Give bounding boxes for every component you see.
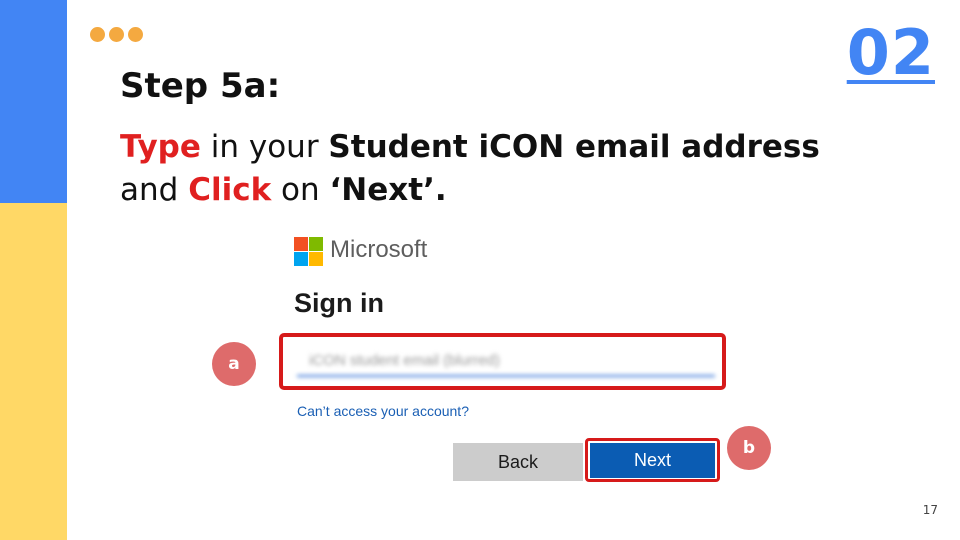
- page-number: 17: [922, 503, 938, 517]
- sign-in-title: Sign in: [294, 288, 384, 318]
- dot: [109, 27, 124, 42]
- dot: [128, 27, 143, 42]
- instruction-text-part: and: [120, 172, 189, 208]
- left-accent-yellow-bar: [0, 203, 67, 540]
- microsoft-logo-icon: [294, 237, 323, 266]
- left-accent-blue-bar: [0, 0, 67, 203]
- email-field[interactable]: [297, 345, 715, 377]
- next-button[interactable]: Next: [590, 443, 715, 478]
- logo-square-blue: [294, 252, 308, 266]
- instruction-keyword-type: Type: [120, 129, 201, 165]
- instruction-keyword-click: Click: [188, 172, 272, 208]
- step-title: Step 5a:: [120, 66, 281, 106]
- decorative-dots-icon: [90, 27, 143, 42]
- logo-square-red: [294, 237, 308, 251]
- instruction-keyword-next: ‘Next’.: [329, 172, 447, 208]
- instruction-text-part: on: [271, 172, 330, 208]
- logo-square-green: [309, 237, 323, 251]
- instruction-text-part: in your: [200, 129, 329, 165]
- section-number: 02: [846, 16, 935, 89]
- back-button[interactable]: Back: [453, 443, 583, 481]
- microsoft-brand-name: Microsoft: [330, 236, 428, 263]
- instruction-keyword-email: Student iCON email address: [328, 129, 820, 165]
- instruction-text: Type in your Student iCON email address …: [120, 126, 880, 212]
- callout-badge-a: a: [212, 342, 256, 386]
- callout-badge-b: b: [727, 426, 771, 470]
- logo-square-yellow: [309, 252, 323, 266]
- cant-access-account-link[interactable]: Can’t access your account?: [297, 403, 469, 419]
- dot: [90, 27, 105, 42]
